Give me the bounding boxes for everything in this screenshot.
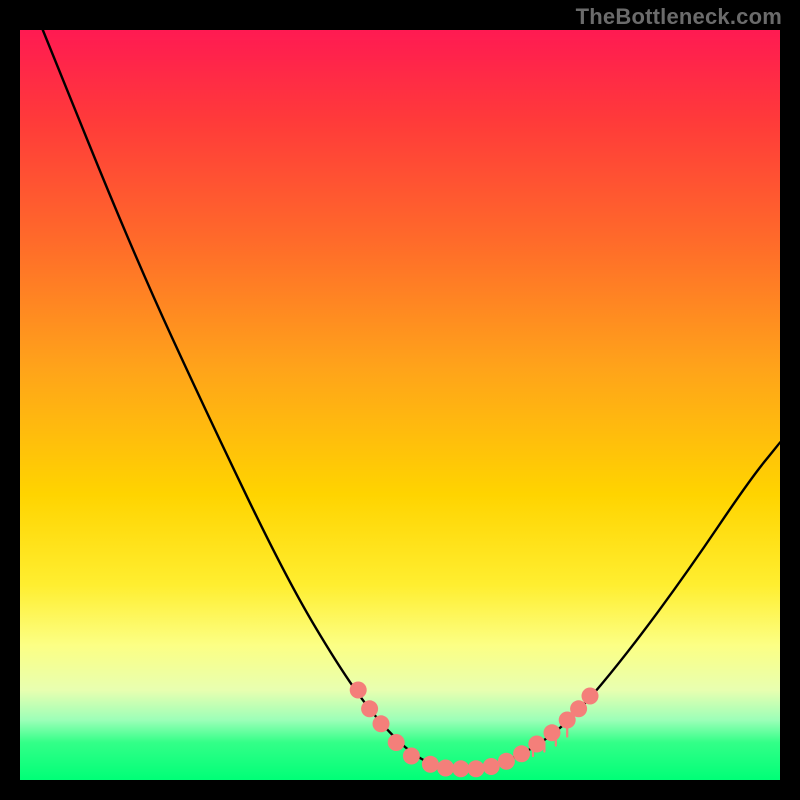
curve-marker xyxy=(468,760,485,777)
curve-marker xyxy=(513,745,530,762)
curve-marker xyxy=(452,760,469,777)
curve-marker xyxy=(582,688,599,705)
curve-marker xyxy=(483,758,500,775)
curve-marker xyxy=(350,682,367,699)
curve-marker xyxy=(528,736,545,753)
curve-marker xyxy=(361,700,378,717)
chart-svg xyxy=(20,30,780,780)
curve-marker xyxy=(437,760,454,777)
curve-marker xyxy=(544,724,561,741)
curve-marker xyxy=(570,700,587,717)
curve-marker xyxy=(422,756,439,773)
curve-marker xyxy=(388,734,405,751)
curve-marker xyxy=(373,715,390,732)
bottleneck-curve xyxy=(43,30,780,769)
watermark-text: TheBottleneck.com xyxy=(576,4,782,30)
curve-marker xyxy=(498,753,515,770)
chart-frame: TheBottleneck.com xyxy=(0,0,800,800)
plot-area xyxy=(20,30,780,780)
curve-marker xyxy=(403,748,420,765)
